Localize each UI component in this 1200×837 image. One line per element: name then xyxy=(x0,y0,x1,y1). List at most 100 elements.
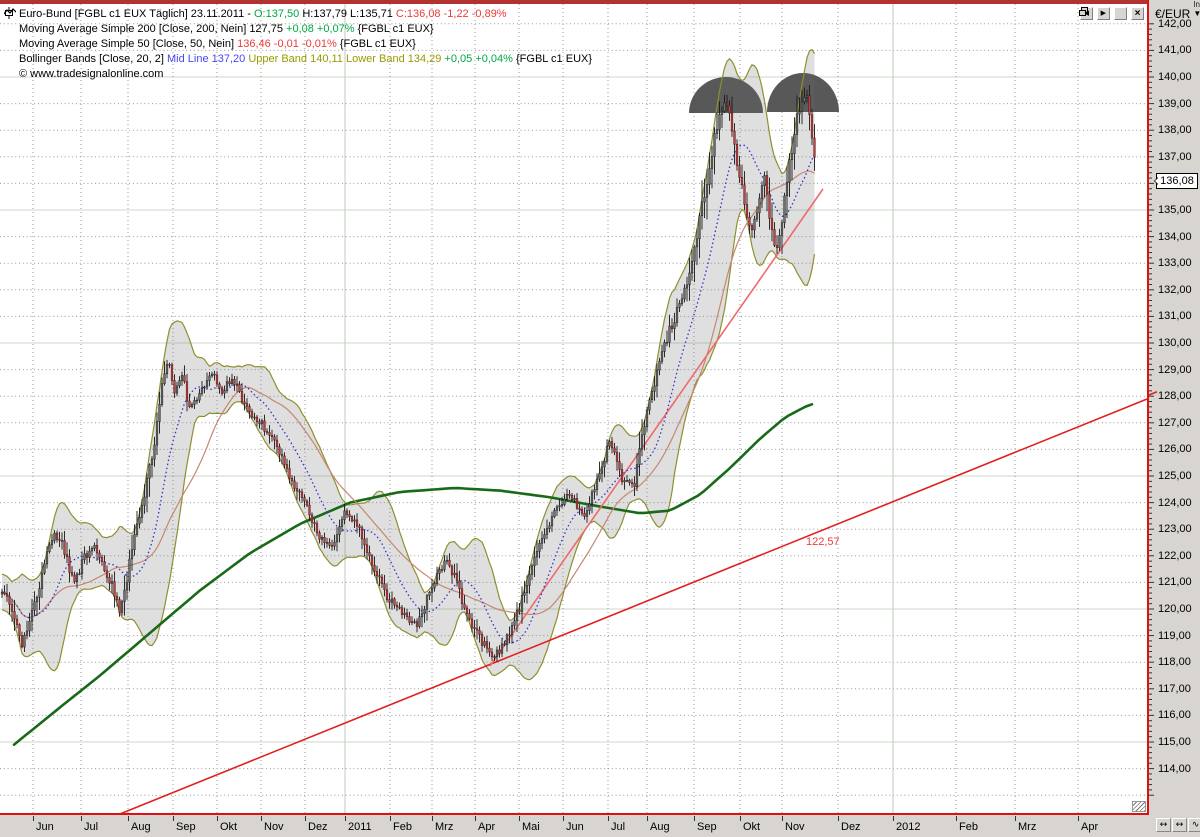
candle-up xyxy=(694,247,696,261)
candle-down xyxy=(299,491,301,492)
candle-up xyxy=(669,326,671,342)
candle-up xyxy=(609,442,611,447)
line-scale-button[interactable]: ∿ xyxy=(1188,818,1200,832)
candle-up xyxy=(756,213,758,219)
candle-down xyxy=(476,629,478,630)
candle-up xyxy=(89,551,91,557)
candle-down xyxy=(11,604,13,611)
time-axis-tick xyxy=(1015,816,1016,821)
candle-down xyxy=(304,498,306,502)
candle-down xyxy=(451,566,453,575)
candle-down xyxy=(441,569,443,570)
candle-up xyxy=(676,307,678,322)
candle-up xyxy=(624,481,626,482)
candle-up xyxy=(561,505,563,506)
candle-down xyxy=(329,542,331,545)
candle-down xyxy=(249,406,251,411)
bollinger-fill xyxy=(2,50,815,680)
candle-up xyxy=(644,427,646,435)
candle-up xyxy=(61,540,63,541)
time-axis-tick xyxy=(608,816,609,821)
legend-row-5: © www.tradesignalonline.com xyxy=(4,67,592,82)
candle-down xyxy=(749,217,751,225)
time-axis-month-label: Okt xyxy=(220,821,237,833)
close-chart-button[interactable]: × xyxy=(1131,7,1144,20)
legend-row-4[interactable]: Bollinger Bands [Close, 20, 2] Mid Line … xyxy=(4,52,592,67)
candle-up xyxy=(79,574,81,575)
legend-row-2[interactable]: Moving Average Simple 200 [Close, 200, N… xyxy=(4,22,592,37)
candle-up xyxy=(196,400,198,401)
time-axis-tick xyxy=(838,816,839,821)
candle-down xyxy=(274,437,276,440)
candle-down xyxy=(474,627,476,628)
candle-down xyxy=(361,528,363,539)
restore-window-button[interactable] xyxy=(1114,7,1127,20)
candle-down xyxy=(671,326,673,329)
candle-up xyxy=(254,417,256,418)
candle-up xyxy=(191,404,193,406)
candle-up xyxy=(601,467,603,474)
candle-up xyxy=(659,361,661,370)
candle-up xyxy=(151,459,153,465)
candle-up xyxy=(701,202,703,216)
candle-down xyxy=(284,456,286,465)
candle-up xyxy=(81,560,83,574)
candle-down xyxy=(449,560,451,566)
time-axis-month-label: Feb xyxy=(393,821,412,833)
price-axis-label: 132,00 xyxy=(1158,284,1192,296)
candle-down xyxy=(266,431,268,432)
candle-down xyxy=(331,545,333,546)
candle-down xyxy=(631,483,633,484)
time-axis-tick xyxy=(261,816,262,821)
candle-down xyxy=(64,540,66,554)
chart-plot-svg[interactable]: 122,57 xyxy=(0,4,1147,813)
candle-up xyxy=(801,102,803,112)
candle-up xyxy=(226,382,228,391)
candle-down xyxy=(416,622,418,627)
plot-resize-handle[interactable] xyxy=(1132,801,1146,812)
candle-down xyxy=(349,514,351,516)
candle-down xyxy=(319,533,321,540)
candle-down xyxy=(346,511,348,515)
zoom-horizontal-button[interactable]: ↔ xyxy=(1156,818,1171,832)
candle-up xyxy=(534,557,536,566)
price-axis-label: 140,00 xyxy=(1158,71,1192,83)
candle-up xyxy=(201,388,203,393)
candle-down xyxy=(106,571,108,578)
candle-up xyxy=(686,285,688,288)
candle-down xyxy=(491,652,493,657)
candle-down xyxy=(14,611,16,619)
candle-down xyxy=(569,494,571,495)
candle-up xyxy=(541,539,543,544)
candle-up xyxy=(604,461,606,467)
time-axis-month-label: Sep xyxy=(697,821,717,833)
candle-down xyxy=(316,524,318,533)
scroll-right-button[interactable]: ▶ xyxy=(1097,7,1110,20)
stretch-horizontal-button[interactable]: ↔ xyxy=(1172,818,1187,832)
candle-up xyxy=(804,97,806,102)
time-axis-month-label: Apr xyxy=(1081,821,1098,833)
chart-plot-area[interactable]: 122,57 Euro-Bund [FGBL c1 EUX Täglich] 2… xyxy=(0,4,1147,813)
candle-up xyxy=(431,588,433,592)
legend-text: Upper Band 140,11 Lower Band 134,29 xyxy=(248,53,444,65)
candle-down xyxy=(461,589,463,604)
time-axis-month-label: Aug xyxy=(131,821,151,833)
legend-row-3[interactable]: Moving Average Simple 50 [Close, 50, Nei… xyxy=(4,37,592,52)
price-axis[interactable]: €/EUR▼ In 142,00141,00140,00139,00138,00… xyxy=(1149,0,1200,815)
candle-up xyxy=(454,573,456,575)
candle-up xyxy=(521,595,523,611)
time-axis-year-label: 2012 xyxy=(896,821,920,833)
candle-down xyxy=(399,607,401,608)
candle-down xyxy=(286,465,288,469)
candle-up xyxy=(589,504,591,511)
legend-row-1[interactable]: Euro-Bund [FGBL c1 EUX Täglich] 23.11.20… xyxy=(4,7,592,22)
candle-up xyxy=(599,473,601,479)
price-axis-label: 115,00 xyxy=(1158,736,1191,748)
candle-down xyxy=(351,517,353,521)
candle-up xyxy=(204,387,206,388)
candle-up xyxy=(54,533,56,540)
candle-down xyxy=(19,625,21,636)
legend-text: Moving Average Simple 200 [Close, 200, N… xyxy=(19,23,286,35)
candle-up xyxy=(516,610,518,621)
time-axis[interactable]: JunJulAugSepOktNovDez2011FebMrzAprMaiJun… xyxy=(0,815,1149,837)
